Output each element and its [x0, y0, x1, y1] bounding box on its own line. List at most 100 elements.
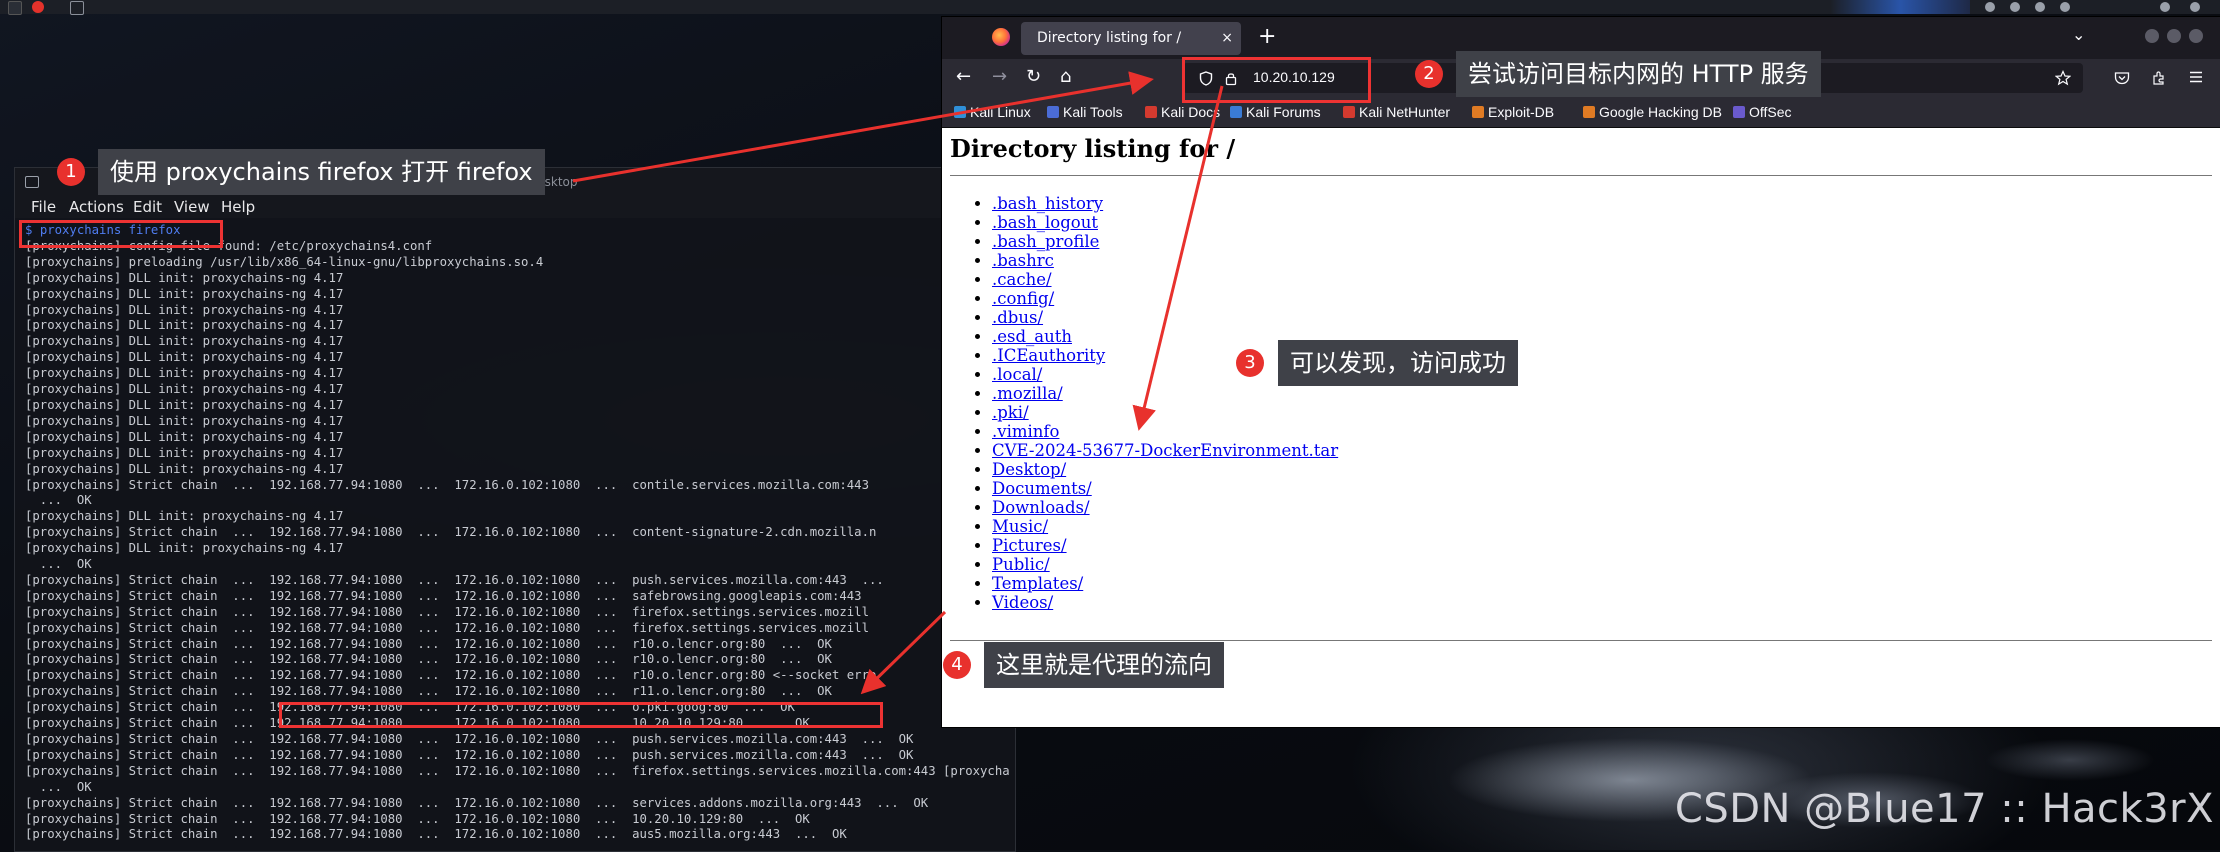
power-icon[interactable]: [2060, 2, 2070, 12]
annotation-3-label: 可以发现，访问成功: [1278, 340, 1518, 386]
page-heading: Directory listing for /: [950, 134, 1236, 163]
bookmark-item[interactable]: Exploit-DB: [1472, 104, 1554, 120]
bookmark-favicon-icon: [1733, 106, 1745, 118]
lock-icon[interactable]: [2160, 2, 2170, 12]
directory-entry: .mozilla/: [992, 384, 1338, 403]
bookmark-item[interactable]: OffSec: [1733, 104, 1792, 120]
directory-entry-link[interactable]: CVE-2024-53677-DockerEnvironment.tar: [992, 441, 1338, 460]
directory-entry-link[interactable]: .esd_auth: [992, 327, 1072, 346]
directory-entry-link[interactable]: .bash_logout: [992, 213, 1098, 232]
menu-actions[interactable]: Actions: [69, 198, 124, 216]
terminal-line: [proxychains] DLL init: proxychains-ng 4…: [25, 509, 344, 524]
bookmarks-toolbar: Kali Linux Kali Tools Kali Docs Kali Forums…: [942, 97, 2220, 128]
bookmark-item[interactable]: Kali NetHunter: [1343, 104, 1450, 120]
terminal-line: ... OK: [25, 493, 92, 508]
home-button[interactable]: ⌂: [1060, 65, 1071, 89]
directory-entry: Templates/: [992, 574, 1338, 593]
menu-file[interactable]: File: [31, 198, 56, 216]
bookmark-label: Kali Docs: [1161, 104, 1221, 120]
directory-entry-link[interactable]: Templates/: [992, 574, 1083, 593]
menu-help[interactable]: Help: [221, 198, 255, 216]
close-tab-icon[interactable]: ×: [1221, 22, 1233, 55]
terminal-line: [proxychains] DLL init: proxychains-ng 4…: [25, 461, 344, 476]
terminal-line: [proxychains] DLL init: proxychains-ng 4…: [25, 413, 344, 428]
tab-directory-listing[interactable]: Directory listing for / ×: [1021, 22, 1241, 55]
bookmark-item[interactable]: Kali Docs: [1145, 104, 1220, 120]
bookmark-favicon-icon: [954, 106, 966, 118]
directory-entry-link[interactable]: .pki/: [992, 403, 1029, 422]
back-button[interactable]: ←: [956, 65, 971, 89]
bookmark-item[interactable]: Google Hacking DB: [1583, 104, 1722, 120]
terminal-line: [proxychains] Strict chain ... 192.168.7…: [25, 668, 877, 683]
reload-button[interactable]: ↻: [1026, 65, 1041, 89]
terminal-line: [proxychains] DLL init: proxychains-ng 4…: [25, 286, 344, 301]
firefox-view-icon[interactable]: [992, 28, 1010, 46]
bookmark-star-icon[interactable]: [2055, 70, 2071, 86]
volume-icon[interactable]: [2010, 2, 2020, 12]
directory-entry-link[interactable]: Documents/: [992, 479, 1092, 498]
watermark: CSDN @Blue17 :: Hack3rX: [1674, 786, 2214, 832]
annotation-1-number: 1: [57, 158, 85, 186]
bookmark-item[interactable]: Kali Tools: [1047, 104, 1123, 120]
directory-entry-link[interactable]: .local/: [992, 365, 1042, 384]
directory-entry: Pictures/: [992, 536, 1338, 555]
directory-entry-link[interactable]: .cache/: [992, 270, 1052, 289]
bookmark-item[interactable]: Kali Forums: [1230, 104, 1321, 120]
close-window-icon[interactable]: [2189, 29, 2203, 43]
directory-entry-link[interactable]: .config/: [992, 289, 1054, 308]
annotation-2-number: 2: [1415, 60, 1443, 88]
new-tab-button[interactable]: +: [1258, 23, 1276, 51]
divider-top: [950, 175, 2212, 176]
highlight-command-box: [19, 220, 223, 248]
pocket-icon[interactable]: [2114, 71, 2130, 85]
session-icon[interactable]: [2190, 2, 2200, 12]
directory-entry-link[interactable]: Desktop/: [992, 460, 1066, 479]
menu-edit[interactable]: Edit: [133, 198, 162, 216]
terminal-line: [proxychains] Strict chain ... 192.168.7…: [25, 636, 832, 651]
network-icon[interactable]: [1985, 2, 1995, 12]
kali-icon[interactable]: [32, 1, 44, 13]
directory-entry-link[interactable]: .bash_profile: [992, 232, 1099, 251]
directory-entry-link[interactable]: Pictures/: [992, 536, 1067, 555]
minimize-icon[interactable]: [2145, 29, 2159, 43]
cpu-graph-icon: [1830, 0, 1970, 14]
bookmark-favicon-icon: [1145, 106, 1157, 118]
directory-entry: Public/: [992, 555, 1338, 574]
directory-entry-link[interactable]: .dbus/: [992, 308, 1043, 327]
terminal-output[interactable]: $ proxychains firefox [proxychains] confi…: [25, 223, 1010, 848]
directory-entry-link[interactable]: .bashrc: [992, 251, 1054, 270]
menu-view[interactable]: View: [174, 198, 210, 216]
directory-entry: .bash_logout: [992, 213, 1338, 232]
directory-entry: .bashrc: [992, 251, 1338, 270]
terminal-line: [proxychains] Strict chain ... 192.168.7…: [25, 827, 847, 842]
tab-label: Directory listing for /: [1037, 30, 1182, 46]
directory-entry-link[interactable]: .mozilla/: [992, 384, 1063, 403]
notification-icon[interactable]: [2035, 2, 2045, 12]
menu-hamburger-icon[interactable]: [2189, 71, 2203, 83]
bookmark-favicon-icon: [1583, 106, 1595, 118]
annotation-2-label: 尝试访问目标内网的 HTTP 服务: [1456, 51, 1821, 97]
list-tabs-icon[interactable]: ⌄: [2072, 25, 2085, 44]
bookmark-item[interactable]: Kali Linux: [954, 104, 1031, 120]
directory-entry-link[interactable]: Downloads/: [992, 498, 1090, 517]
terminal-line: [proxychains] DLL init: proxychains-ng 4…: [25, 429, 344, 444]
app-menu-icon[interactable]: [8, 1, 22, 15]
directory-entry-link[interactable]: .viminfo: [992, 422, 1059, 441]
maximize-icon[interactable]: [2167, 29, 2181, 43]
bookmark-label: Kali Tools: [1063, 104, 1123, 120]
directory-entry-link[interactable]: Public/: [992, 555, 1050, 574]
directory-entry: .viminfo: [992, 422, 1338, 441]
firefox-window[interactable]: Directory listing for / × + ⌄ ← → ↻ ⌂ 10…: [942, 17, 2220, 727]
forward-button[interactable]: →: [992, 65, 1007, 89]
directory-entry-link[interactable]: .ICEauthority: [992, 346, 1105, 365]
directory-entry-link[interactable]: Music/: [992, 517, 1048, 536]
extensions-icon[interactable]: [2151, 70, 2167, 86]
terminal-menubar: File Actions Edit View Help: [15, 196, 1015, 218]
terminal-line: [proxychains] Strict chain ... 192.168.7…: [25, 811, 810, 826]
window-icon[interactable]: [70, 1, 84, 15]
terminal-window[interactable]: kali@kali: ~/Desktop File Actions Edit V…: [14, 167, 1016, 852]
terminal-line: [proxychains] DLL init: proxychains-ng 4…: [25, 541, 344, 556]
terminal-line: [proxychains] Strict chain ... 192.168.7…: [25, 684, 832, 699]
directory-entry-link[interactable]: .bash_history: [992, 194, 1103, 213]
directory-entry-link[interactable]: Videos/: [992, 593, 1053, 612]
